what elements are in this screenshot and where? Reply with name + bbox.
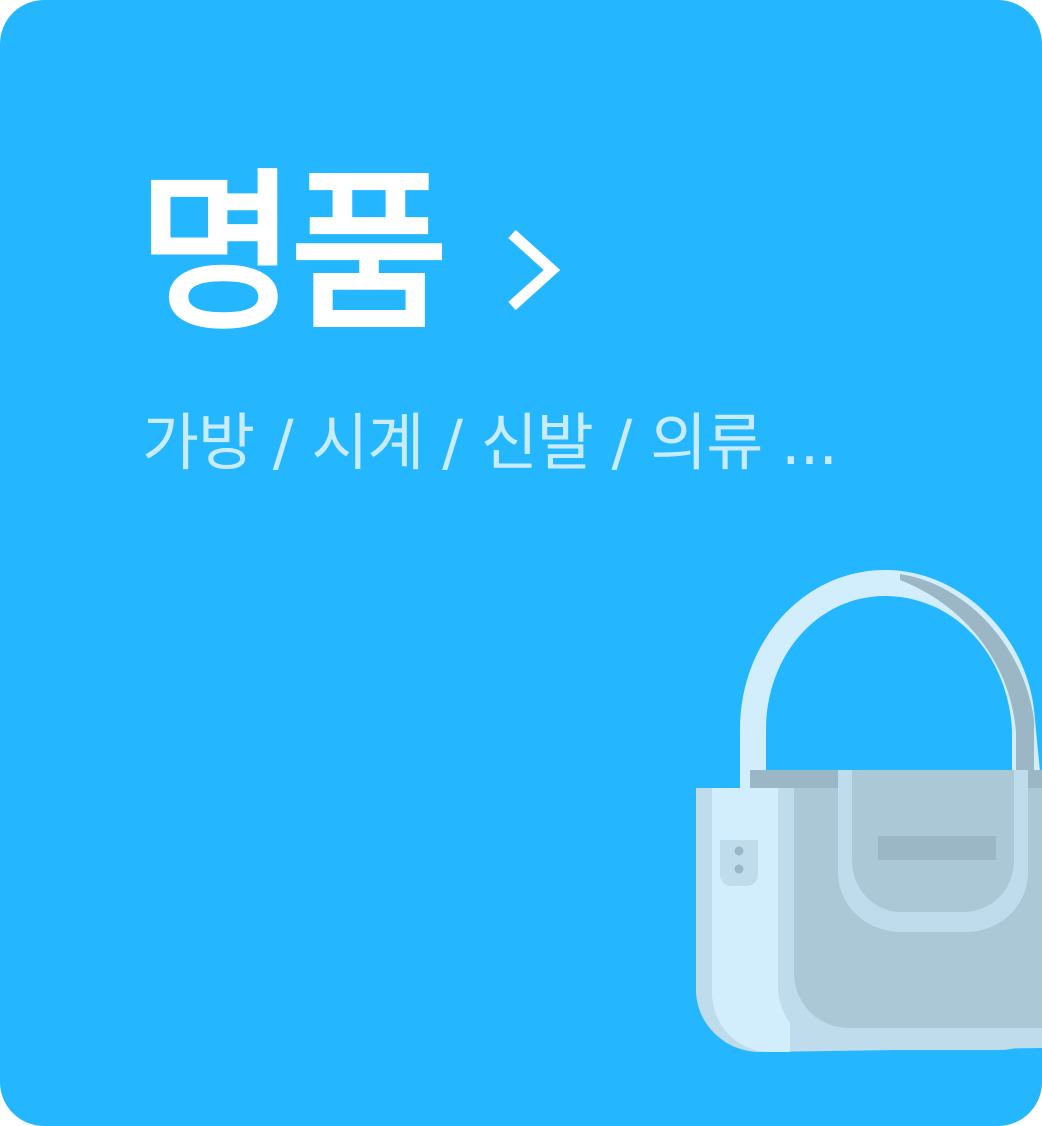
category-card-luxury[interactable]: 명품 가방 / 시계 / 신발 / 의류 ... <box>0 0 1042 1126</box>
category-subtitle: 가방 / 시계 / 신발 / 의류 ... <box>142 406 838 479</box>
chevron-right-icon <box>508 229 561 311</box>
handbag-icon <box>696 570 1042 1052</box>
category-title: 명품 <box>138 153 448 354</box>
